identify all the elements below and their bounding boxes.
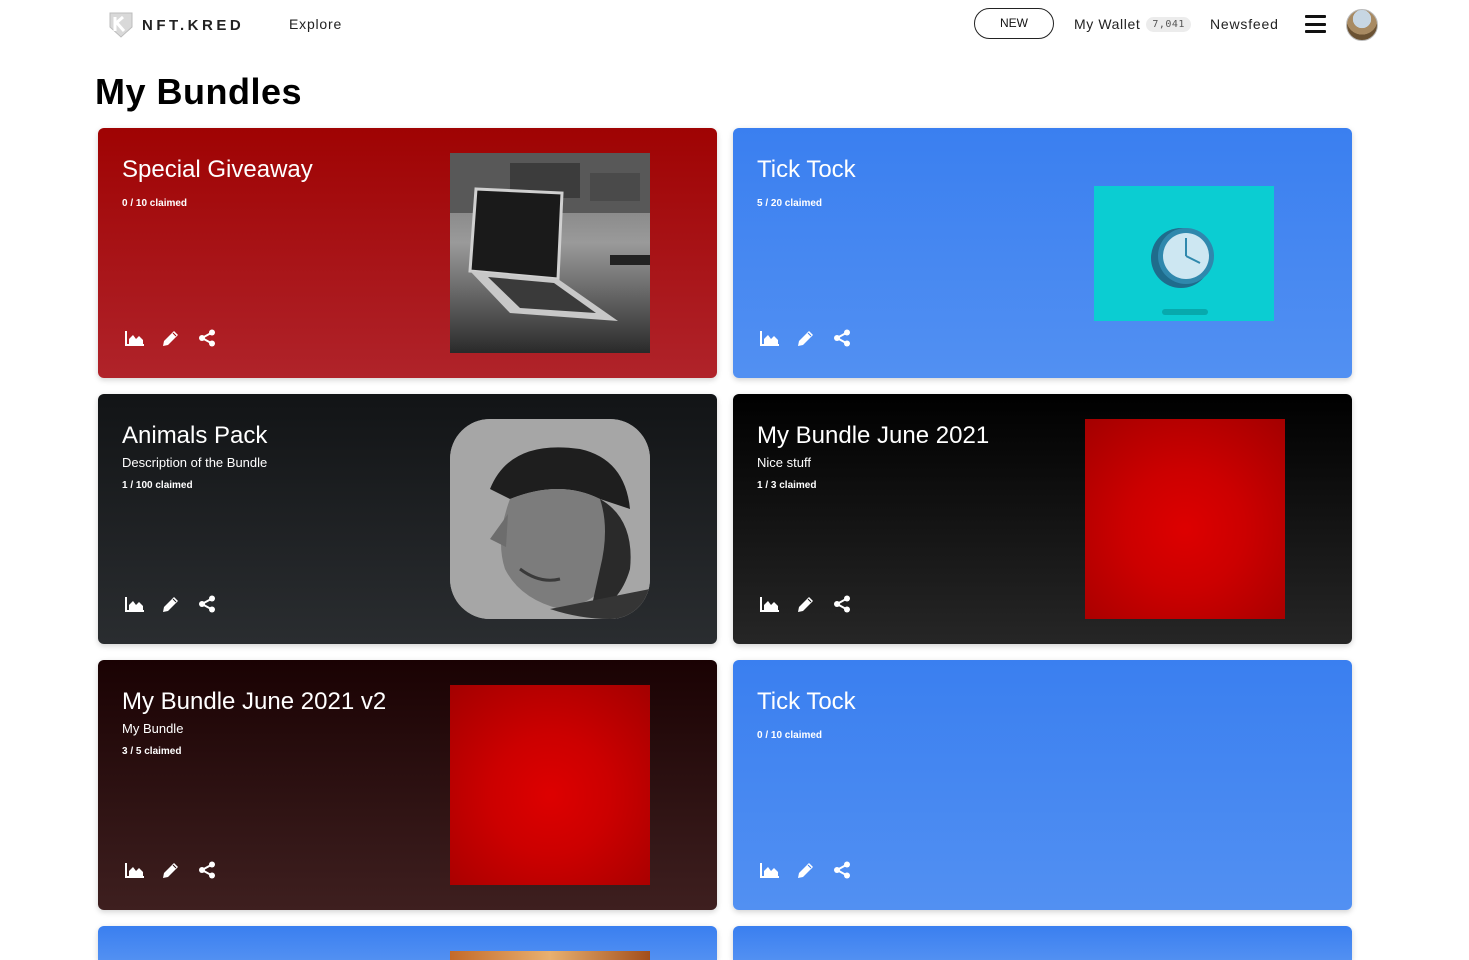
bundle-title: Tick Tock xyxy=(757,688,856,715)
user-avatar[interactable] xyxy=(1346,9,1378,41)
clock-illustration xyxy=(1094,186,1274,321)
bundle-claimed-count: 0 / 10 claimed xyxy=(122,198,188,209)
bundle-card-partial[interactable] xyxy=(733,926,1352,960)
portrait-photo xyxy=(450,419,650,619)
share-icon[interactable] xyxy=(197,594,217,614)
bundle-claimed-count: 5 / 20 claimed xyxy=(757,198,823,209)
new-button[interactable]: NEW xyxy=(974,8,1054,39)
share-icon[interactable] xyxy=(197,328,217,348)
bundle-claimed-count: 1 / 100 claimed xyxy=(122,480,193,491)
red-square-image xyxy=(450,685,650,885)
share-icon[interactable] xyxy=(832,594,852,614)
wallet-balance-badge: 7,041 xyxy=(1146,16,1191,32)
pencil-icon[interactable] xyxy=(161,594,181,614)
pencil-icon[interactable] xyxy=(161,328,181,348)
bundle-actions xyxy=(760,860,852,880)
bundle-actions xyxy=(760,328,852,348)
bundle-thumbnail-partial xyxy=(450,951,650,960)
brand-logo[interactable]: NFT.KRED xyxy=(106,11,244,39)
bundle-description: Description of the Bundle xyxy=(122,455,268,470)
bundle-title: Special Giveaway xyxy=(122,156,313,183)
share-icon[interactable] xyxy=(832,328,852,348)
chart-area-icon[interactable] xyxy=(760,328,780,348)
nav-explore-link[interactable]: Explore xyxy=(289,16,342,32)
bundle-card[interactable]: Tick Tock 5 / 20 claimed xyxy=(733,128,1352,378)
bundle-title: Tick Tock xyxy=(757,156,856,183)
bundle-title: My Bundle June 2021 xyxy=(757,422,990,449)
bundle-actions xyxy=(125,860,217,880)
bundle-claimed-count: 3 / 5 claimed xyxy=(122,746,182,757)
newsfeed-link[interactable]: Newsfeed xyxy=(1210,16,1279,32)
chart-area-icon[interactable] xyxy=(125,328,145,348)
bundle-card[interactable]: My Bundle June 2021 v2 My Bundle 3 / 5 c… xyxy=(98,660,717,910)
chart-area-icon[interactable] xyxy=(125,860,145,880)
bundle-card[interactable]: Tick Tock 0 / 10 claimed xyxy=(733,660,1352,910)
bundle-description: My Bundle xyxy=(122,721,184,736)
top-nav: NFT.KRED Explore NEW My Wallet 7,041 New… xyxy=(0,0,1469,50)
red-square-image xyxy=(1085,419,1285,619)
bundle-card-partial[interactable] xyxy=(98,926,717,960)
laptop-photo xyxy=(450,153,650,353)
chart-area-icon[interactable] xyxy=(760,860,780,880)
bundle-claimed-count: 0 / 10 claimed xyxy=(757,730,823,741)
menu-icon[interactable] xyxy=(1305,15,1326,33)
bundle-title: Animals Pack xyxy=(122,422,268,449)
kred-shield-icon xyxy=(109,12,133,38)
pencil-icon[interactable] xyxy=(796,594,816,614)
pencil-icon[interactable] xyxy=(796,328,816,348)
share-icon[interactable] xyxy=(197,860,217,880)
brand-name: NFT.KRED xyxy=(142,16,245,34)
bundle-card[interactable]: Animals Pack Description of the Bundle 1… xyxy=(98,394,717,644)
bundle-description: Nice stuff xyxy=(757,455,811,470)
chart-area-icon[interactable] xyxy=(760,594,780,614)
share-icon[interactable] xyxy=(832,860,852,880)
pencil-icon[interactable] xyxy=(796,860,816,880)
chart-area-icon[interactable] xyxy=(125,594,145,614)
bundle-actions xyxy=(125,594,217,614)
bundle-actions xyxy=(125,328,217,348)
bundle-card[interactable]: My Bundle June 2021 Nice stuff 1 / 3 cla… xyxy=(733,394,1352,644)
pencil-icon[interactable] xyxy=(161,860,181,880)
bundle-actions xyxy=(760,594,852,614)
wallet-label: My Wallet xyxy=(1074,16,1141,32)
bundle-claimed-count: 1 / 3 claimed xyxy=(757,480,817,491)
bundle-card[interactable]: Special Giveaway 0 / 10 claimed xyxy=(98,128,717,378)
bundle-title: My Bundle June 2021 v2 xyxy=(122,688,387,715)
my-wallet-link[interactable]: My Wallet 7,041 xyxy=(1074,16,1191,32)
page-title: My Bundles xyxy=(95,71,303,112)
